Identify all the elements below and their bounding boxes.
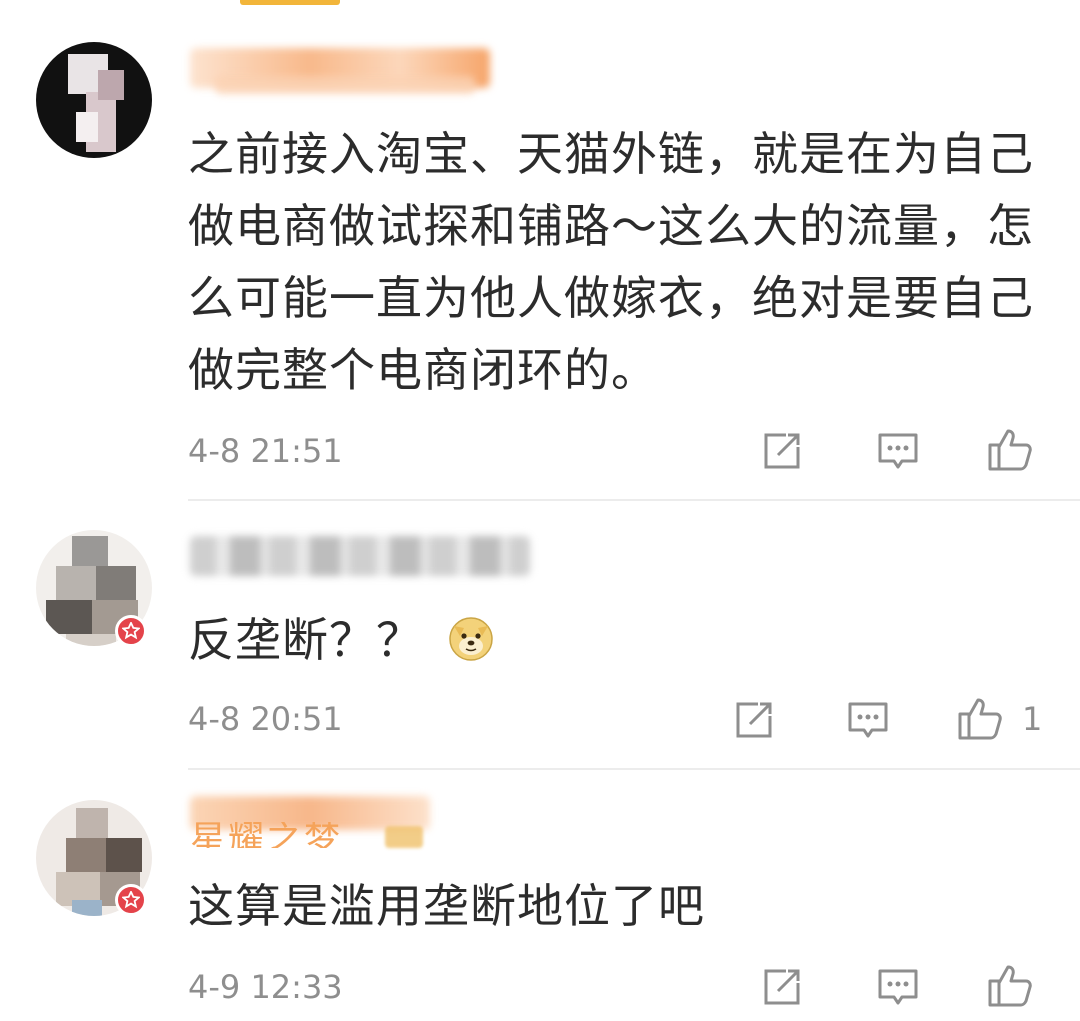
- comment-bubble-icon[interactable]: [874, 963, 922, 1011]
- comment-text: 这算是滥用垄断地位了吧: [188, 879, 705, 933]
- share-edit-icon[interactable]: [758, 963, 806, 1011]
- thumbs-up-icon[interactable]: [986, 961, 1034, 1009]
- verified-badge-icon: [115, 884, 147, 916]
- member-badge-icon: [385, 826, 423, 848]
- comment-time: 4-9 12:33: [188, 968, 343, 1006]
- username-partial[interactable]: 星耀之梦: [190, 822, 342, 848]
- comment-item-3: 星耀之梦 这算是滥用垄断地位了吧 4-9 12:33: [0, 0, 1080, 1021]
